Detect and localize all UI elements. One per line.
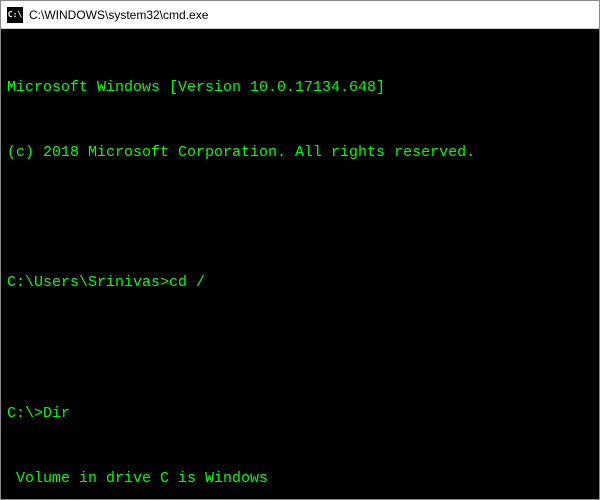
- cmd-window: C:\ C:\WINDOWS\system32\cmd.exe Microsof…: [0, 0, 600, 500]
- prompt-command: cd /: [169, 274, 205, 291]
- blank-line: [7, 207, 593, 229]
- titlebar[interactable]: C:\ C:\WINDOWS\system32\cmd.exe: [1, 1, 599, 29]
- copyright-line: (c) 2018 Microsoft Corporation. All righ…: [7, 142, 593, 164]
- prompt-line-2: C:\>Dir: [7, 403, 593, 425]
- version-line: Microsoft Windows [Version 10.0.17134.64…: [7, 77, 593, 99]
- prompt-line-1: C:\Users\Srinivas>cd /: [7, 272, 593, 294]
- volume-drive-line: Volume in drive C is Windows: [7, 468, 593, 490]
- terminal-output[interactable]: Microsoft Windows [Version 10.0.17134.64…: [1, 29, 599, 499]
- prompt-command: Dir: [43, 405, 70, 422]
- cmd-icon: C:\: [7, 7, 23, 23]
- window-title: C:\WINDOWS\system32\cmd.exe: [29, 8, 208, 22]
- blank-line: [7, 338, 593, 360]
- prompt-prefix: C:\Users\Srinivas>: [7, 274, 169, 291]
- prompt-prefix: C:\>: [7, 405, 43, 422]
